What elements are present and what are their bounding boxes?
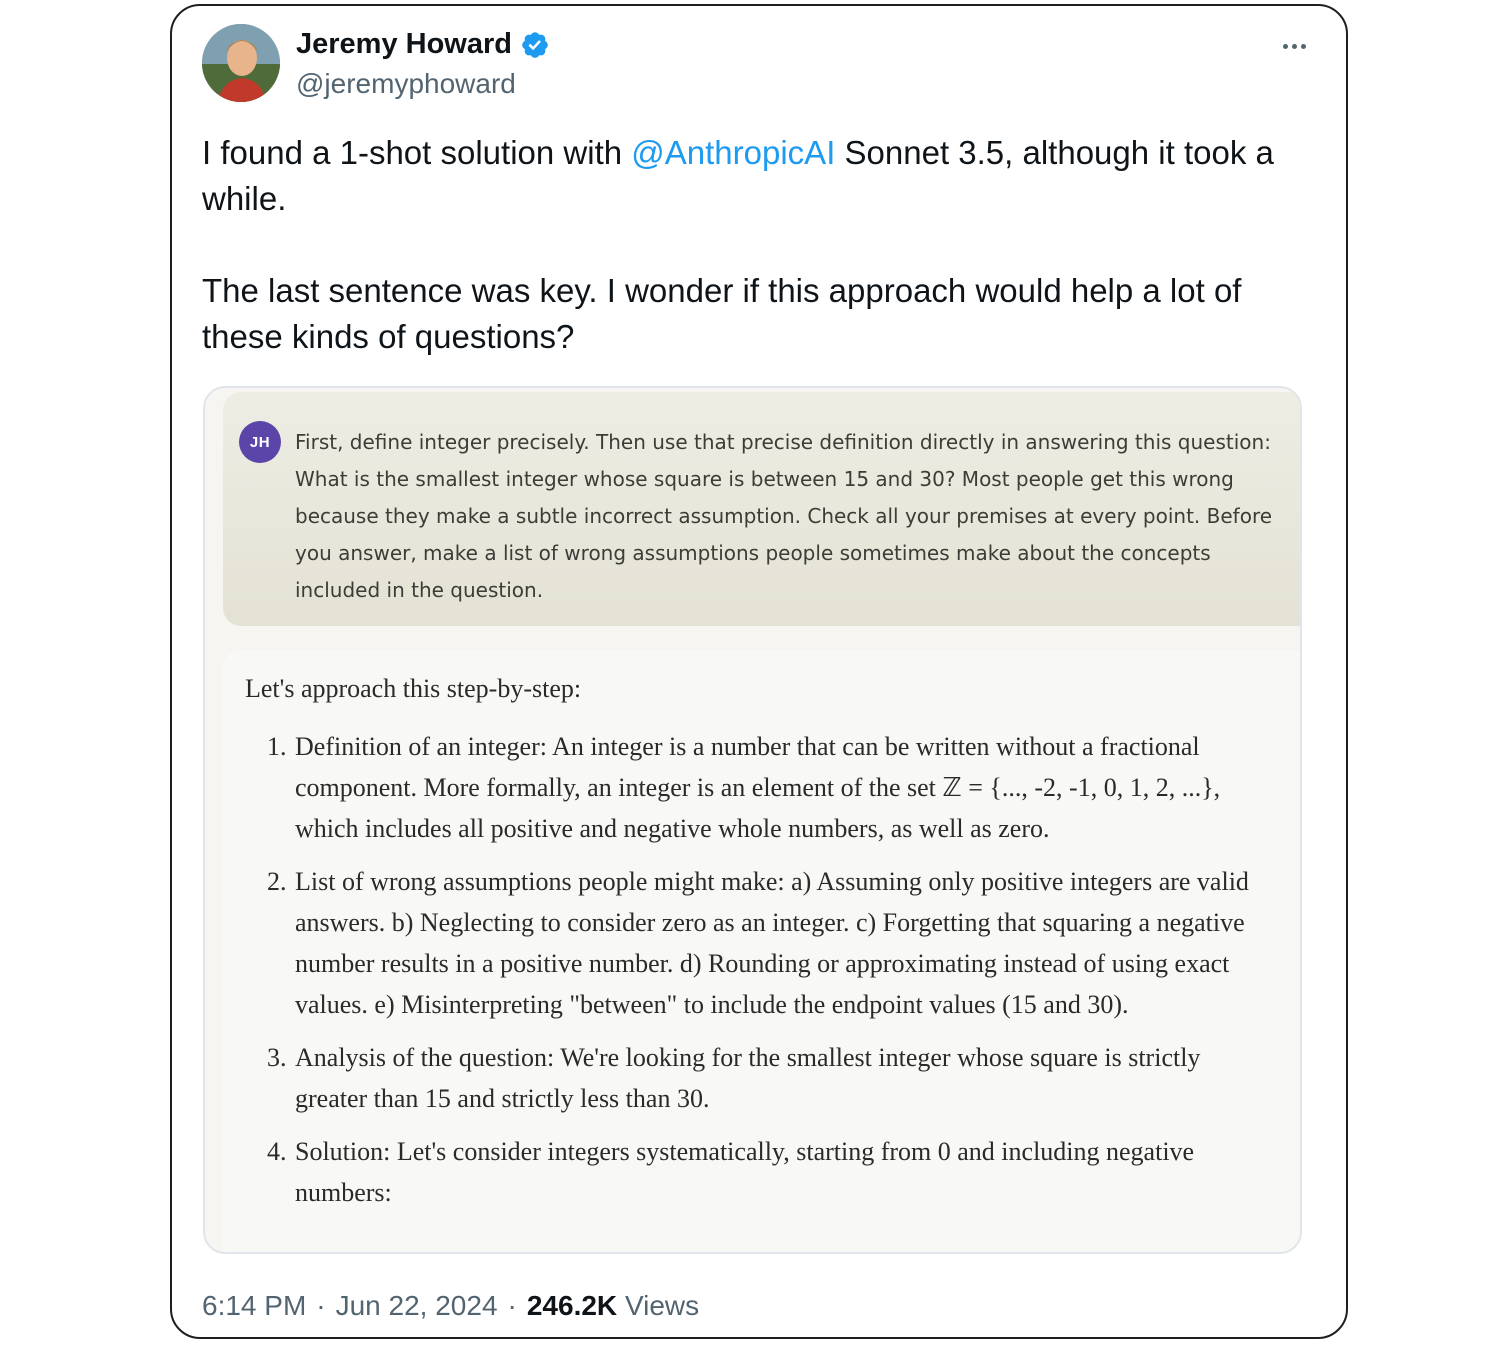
tweet-text: I found a 1-shot solution with @Anthropi… — [202, 130, 1312, 406]
step-text: Definition of an integer: An integer is … — [295, 732, 1221, 843]
more-dot — [1300, 43, 1306, 49]
mention-link[interactable]: @AnthropicAI — [631, 134, 835, 171]
author-name-text[interactable]: Jeremy Howard — [296, 28, 512, 61]
step-number: 2. — [267, 867, 287, 896]
prompt-text: First, define integer precisely. Then us… — [295, 430, 1273, 602]
tweet-image[interactable]: JH First, define integer precisely. Then… — [203, 386, 1302, 1254]
response-message: Let's approach this step-by-step: 1. Defi… — [223, 650, 1300, 1252]
verified-badge-icon — [522, 31, 548, 58]
author-avatar[interactable] — [202, 24, 280, 102]
tweet-paragraph-2: The last sentence was key. I wonder if t… — [202, 272, 1242, 355]
step-item: 1. Definition of an integer: An integer i… — [245, 726, 1265, 849]
step-text: List of wrong assumptions people might m… — [295, 867, 1249, 1019]
step-text: Solution: Let's consider integers system… — [295, 1137, 1195, 1207]
tweet-paragraph-1: I found a 1-shot solution with @Anthropi… — [202, 130, 1312, 222]
response-steps: 1. Definition of an integer: An integer i… — [245, 726, 1265, 1225]
step-item: 3. Analysis of the question: We're lookin… — [245, 1037, 1265, 1119]
step-text: Analysis of the question: We're looking … — [295, 1043, 1201, 1113]
author-handle[interactable]: @jeremyphoward — [296, 68, 516, 100]
more-dot — [1282, 43, 1288, 49]
view-count[interactable]: 246.2K — [527, 1290, 617, 1321]
meta-separator: · — [316, 1290, 326, 1321]
tweet-text-part1: I found a 1-shot solution with — [202, 134, 632, 171]
prompt-message: JH First, define integer precisely. Then… — [223, 392, 1300, 626]
tweet-card: Jeremy Howard @jeremyphoward I found a 1… — [170, 4, 1348, 1339]
more-dot — [1291, 43, 1297, 49]
views-label: Views — [624, 1290, 700, 1321]
tweet-meta: 6:14 PM · Jun 22, 2024 · 246.2K Views — [202, 1290, 699, 1322]
user-initials-avatar: JH — [239, 421, 281, 463]
step-item: 4. Solution: Let's consider integers syst… — [245, 1131, 1265, 1213]
step-number: 1. — [267, 732, 287, 761]
tweet-time[interactable]: 6:14 PM — [202, 1290, 306, 1322]
response-intro: Let's approach this step-by-step: — [245, 674, 582, 703]
more-options-icon[interactable] — [1274, 28, 1314, 64]
author-name[interactable]: Jeremy Howard — [296, 28, 550, 61]
step-number: 3. — [267, 1043, 287, 1072]
tweet-date[interactable]: Jun 22, 2024 — [336, 1290, 498, 1322]
step-number: 4. — [267, 1137, 287, 1166]
step-item: 2. List of wrong assumptions people might… — [245, 861, 1265, 1025]
meta-separator: · — [507, 1290, 517, 1321]
